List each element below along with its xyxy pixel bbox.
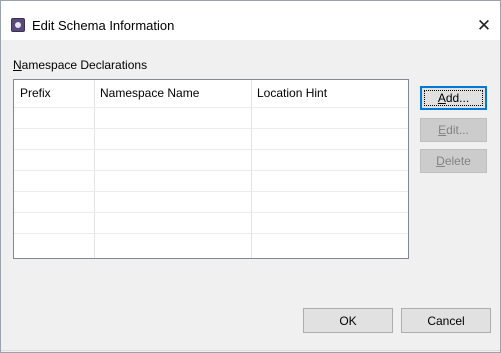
focus-ring: [424, 90, 483, 106]
table-row[interactable]: [14, 149, 408, 170]
table-row[interactable]: [14, 128, 408, 149]
table-row[interactable]: [14, 191, 408, 212]
ok-button[interactable]: OK: [303, 308, 393, 333]
edit-button-label: Edit...: [438, 123, 469, 137]
namespace-declarations-label: Namespace Declarations: [13, 58, 148, 72]
delete-button-label: Delete: [436, 154, 471, 168]
table-row[interactable]: [14, 107, 408, 128]
bottom-divider: [1, 350, 500, 351]
table-row[interactable]: [14, 233, 408, 254]
app-icon: [11, 18, 25, 32]
table-row[interactable]: [14, 212, 408, 233]
title-bar: Edit Schema Information ✕: [1, 1, 500, 40]
column-header-prefix[interactable]: Prefix: [14, 80, 94, 107]
column-header-location-hint[interactable]: Location Hint: [251, 80, 408, 107]
add-button[interactable]: Add...: [420, 86, 487, 110]
edit-button[interactable]: Edit...: [420, 118, 487, 142]
namespace-table[interactable]: Prefix Namespace Name Location Hint: [13, 79, 409, 259]
table-header: Prefix Namespace Name Location Hint: [14, 80, 408, 107]
table-row[interactable]: [14, 170, 408, 191]
delete-button[interactable]: Delete: [420, 149, 487, 173]
column-header-namespace-name[interactable]: Namespace Name: [94, 80, 251, 107]
window-title: Edit Schema Information: [32, 18, 175, 33]
edit-schema-dialog: Edit Schema Information ✕ Namespace Decl…: [0, 0, 501, 353]
close-icon[interactable]: ✕: [474, 16, 494, 36]
cancel-button[interactable]: Cancel: [401, 308, 491, 333]
